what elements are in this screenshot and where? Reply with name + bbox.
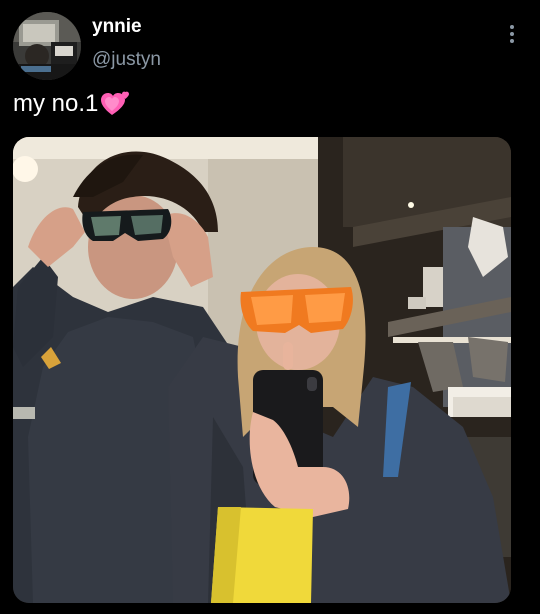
tweet-text-content: my no.1: [13, 90, 99, 117]
avatar[interactable]: [13, 12, 81, 80]
tweet-photo[interactable]: [13, 137, 511, 603]
avatar-image: [13, 12, 81, 80]
tweet-text: my no.1: [13, 90, 130, 118]
growing-heart-emoji-icon: [100, 90, 130, 118]
dot: [510, 39, 514, 43]
photo-image: [13, 137, 511, 603]
dot: [510, 25, 514, 29]
more-options-icon[interactable]: [500, 20, 524, 48]
tweet-card[interactable]: ynnie @justyn my no.1: [0, 0, 540, 614]
user-handle[interactable]: @justyn: [92, 49, 161, 71]
display-name[interactable]: ynnie: [92, 16, 142, 38]
dot: [510, 32, 514, 36]
